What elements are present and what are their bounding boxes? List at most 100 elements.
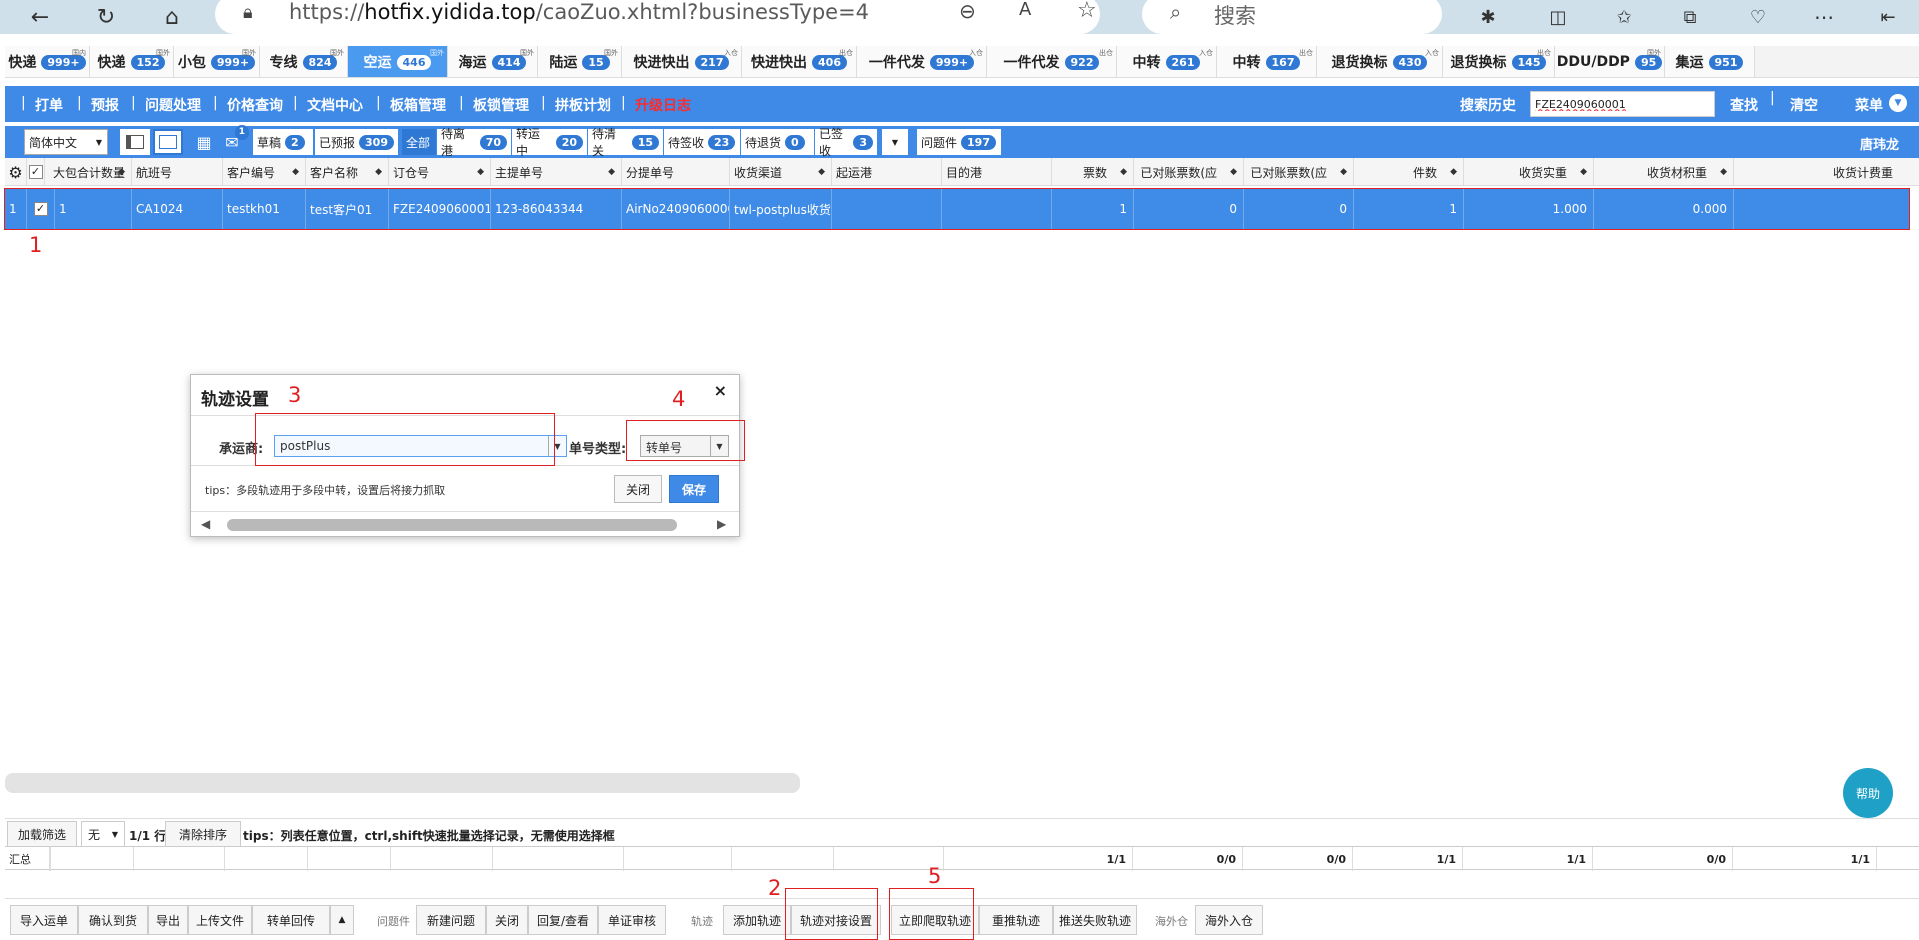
column-header-12[interactable]: 已对账票数(应 ◆	[1244, 158, 1354, 186]
problem-action-button[interactable]: 关闭	[486, 905, 528, 935]
layout-left-icon[interactable]	[120, 129, 150, 155]
table-horizontal-scrollbar[interactable]	[5, 773, 800, 793]
tab-16[interactable]: 集运 951	[1665, 46, 1755, 77]
column-header-2[interactable]: 客户编号 ◆	[223, 158, 306, 186]
help-button[interactable]: 帮助	[1843, 768, 1893, 818]
sort-icon[interactable]: ◆	[375, 167, 382, 177]
tab-14[interactable]: 退货换标 145 出仓	[1443, 46, 1555, 77]
expand-up-icon[interactable]: ▲	[330, 905, 354, 935]
menu-button[interactable]: 菜单	[1855, 95, 1883, 115]
sort-icon[interactable]: ◆	[1230, 167, 1237, 177]
tab-9[interactable]: 一件代发 999+ 入仓	[857, 46, 987, 77]
zoom-out-icon[interactable]: ⊖	[959, 0, 976, 23]
find-button[interactable]: 查找	[1730, 95, 1758, 115]
column-header-14[interactable]: 收货实重 ◆	[1464, 158, 1594, 186]
column-header-1[interactable]: 航班号	[132, 158, 223, 186]
column-header-13[interactable]: 件数 ◆	[1354, 158, 1464, 186]
tab-13[interactable]: 退货换标 430 入仓	[1317, 46, 1443, 77]
column-header-8[interactable]: 起运港	[832, 158, 942, 186]
status-filter-3[interactable]: 待清关 15	[588, 127, 663, 158]
search-history-link[interactable]: 搜索历史	[1460, 95, 1516, 115]
tab-8[interactable]: 快进快出 406 出仓	[742, 46, 857, 77]
tab-7[interactable]: 快进快出 217 入仓	[622, 46, 742, 77]
scroll-right-icon[interactable]: ▶	[717, 517, 726, 531]
action-button[interactable]: 导出	[148, 905, 188, 935]
tab-6[interactable]: 陆运 15 国外	[538, 46, 622, 77]
track-action-button[interactable]: 添加轨迹	[723, 905, 791, 935]
column-header-11[interactable]: 已对账票数(应 ◆	[1134, 158, 1244, 186]
problem-action-button[interactable]: 单证审核	[598, 905, 666, 935]
track-action-button[interactable]: 推送失败轨迹	[1053, 905, 1137, 935]
back-icon[interactable]: ←	[20, 0, 60, 34]
sort-icon[interactable]: ◆	[118, 167, 125, 177]
dialog-scrollbar[interactable]	[227, 519, 677, 531]
status-filter-0[interactable]: 全部	[402, 129, 436, 155]
read-aloud-icon[interactable]: A	[1019, 0, 1031, 20]
split-screen-icon[interactable]: ◫	[1538, 0, 1578, 34]
sort-icon[interactable]: ◆	[1720, 167, 1727, 177]
more-status-chevron-icon[interactable]: ▼	[882, 129, 908, 155]
sort-icon[interactable]: ◆	[818, 167, 825, 177]
home-icon[interactable]: ⌂	[152, 0, 192, 34]
tab-2[interactable]: 小包 999+ 国外	[174, 46, 260, 77]
reported-filter[interactable]: 已预报 309	[315, 129, 398, 155]
column-header-16[interactable]: 收货计费重	[1734, 158, 1919, 186]
tab-5[interactable]: 海运 414 国外	[448, 46, 538, 77]
action-button[interactable]: 导入运单	[10, 905, 78, 935]
menu-item-0[interactable]: 打单	[35, 95, 63, 115]
problem-action-button[interactable]: 新建问题	[416, 905, 486, 935]
clear-sort-button[interactable]: 清除排序	[165, 821, 241, 847]
column-header-15[interactable]: 收货材积重 ◆	[1594, 158, 1734, 186]
column-header-0[interactable]: 大包合计数量 ◆	[49, 158, 132, 186]
sort-icon[interactable]: ◆	[608, 167, 615, 177]
favorites-icon[interactable]: ✩	[1604, 0, 1644, 34]
sort-icon[interactable]: ◆	[292, 167, 299, 177]
sort-icon[interactable]: ◆	[1450, 167, 1457, 177]
language-select[interactable]: 简体中文 ▼	[24, 129, 108, 155]
url-text[interactable]: https://hotfix.yidida.top/caoZuo.xhtml?b…	[289, 0, 869, 24]
sidebar-toggle-icon[interactable]: ⇤	[1868, 0, 1908, 34]
status-filter-5[interactable]: 待退货 0	[741, 129, 814, 155]
load-filter-button[interactable]: 加载筛选	[7, 821, 77, 847]
tab-0[interactable]: 快递 999+ 国内	[5, 46, 90, 77]
select-all-checkbox[interactable]: ✓	[27, 158, 45, 186]
action-button[interactable]: 确认到货	[78, 905, 148, 935]
close-icon[interactable]: ×	[714, 381, 727, 400]
sort-icon[interactable]: ◆	[1580, 167, 1587, 177]
address-bar[interactable]: 🔒︎ https://hotfix.yidida.top/caoZuo.xhtm…	[215, 0, 1100, 34]
problem-action-button[interactable]: 回复/查看	[528, 905, 598, 935]
browser-essentials-icon[interactable]: ♡	[1738, 0, 1778, 34]
sort-icon[interactable]: ◆	[1120, 167, 1127, 177]
column-header-5[interactable]: 主提单号 ◆	[491, 158, 622, 186]
layout-full-icon[interactable]	[153, 129, 183, 155]
menu-item-8[interactable]: 升级日志	[635, 95, 691, 115]
column-header-9[interactable]: 目的港	[942, 158, 1052, 186]
more-icon[interactable]: ⋯	[1804, 0, 1844, 34]
clear-button[interactable]: 清空	[1790, 95, 1818, 115]
menu-item-6[interactable]: 板锁管理	[473, 95, 529, 115]
menu-chevron-down-icon[interactable]: ▼	[1889, 94, 1907, 112]
column-header-10[interactable]: 票数 ◆	[1052, 158, 1134, 186]
menu-item-3[interactable]: 价格查询	[227, 95, 283, 115]
browser-search-box[interactable]: ⌕ 搜索	[1142, 0, 1442, 34]
action-button[interactable]: 上传文件	[188, 905, 252, 935]
mail-icon[interactable]: ✉ 1	[217, 125, 249, 155]
track-action-button[interactable]: 重推轨迹	[979, 905, 1053, 935]
status-filter-2[interactable]: 转运中 20	[512, 127, 587, 158]
draft-filter[interactable]: 草稿 2	[253, 129, 313, 155]
sort-icon[interactable]: ◆	[1340, 167, 1347, 177]
scroll-left-icon[interactable]: ◀	[201, 517, 210, 531]
collections-icon[interactable]: ⧉	[1670, 0, 1710, 34]
lock-icon[interactable]: 🔒︎	[243, 2, 253, 23]
menu-item-2[interactable]: 问题处理	[145, 95, 201, 115]
status-filter-1[interactable]: 待离港 70	[437, 127, 511, 158]
extensions-icon[interactable]: ✱	[1468, 0, 1508, 34]
tab-15[interactable]: DDU/DDP 95 国外	[1555, 46, 1665, 77]
overseas-inbound-button[interactable]: 海外入仓	[1195, 905, 1263, 935]
menu-item-1[interactable]: 预报	[91, 95, 119, 115]
grid-icon[interactable]: ▦	[193, 129, 215, 155]
column-header-3[interactable]: 客户名称 ◆	[306, 158, 389, 186]
reload-icon[interactable]: ↻	[86, 0, 126, 34]
tab-3[interactable]: 专线 824 国外	[260, 46, 348, 77]
dialog-close-button[interactable]: 关闭	[614, 475, 662, 503]
